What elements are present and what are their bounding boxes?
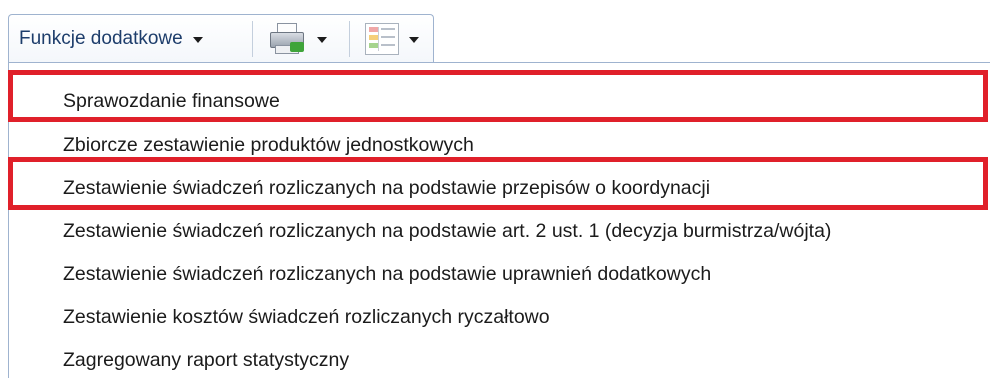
menu-item-zbiorcze-zestawienie[interactable]: Zbiorcze zestawienie produktów jednostko… [9,125,990,165]
functions-dropdown-button[interactable]: Funkcje dodatkowe [9,15,251,62]
menu-item-sprawozdanie-finansowe[interactable]: Sprawozdanie finansowe [9,81,990,121]
menu-item-zestawienie-art-2[interactable]: Zestawienie świadczeń rozliczanych na po… [9,211,990,251]
menu-item-label: Zagregowany raport statystyczny [63,348,350,371]
print-dropdown-button[interactable] [255,15,347,62]
toolbar-separator [349,21,350,57]
chevron-down-icon [317,36,327,43]
menu-item-label: Zbiorcze zestawienie produktów jednostko… [63,133,474,156]
menu-item-label: Zestawienie świadczeń rozliczanych na po… [63,176,711,199]
menu-item-label: Zestawienie kosztów świadczeń rozliczany… [63,305,550,328]
screen: Funkcje dodatkowe Sprawozdanie finansowe… [0,0,990,378]
printer-icon [267,22,307,56]
functions-dropdown-menu: Sprawozdanie finansowe Zbiorcze zestawie… [8,62,990,378]
layout-icon [365,22,399,55]
toolbar: Funkcje dodatkowe [8,14,434,62]
chevron-down-icon [192,36,203,43]
menu-item-zestawienie-ryczaltowo[interactable]: Zestawienie kosztów świadczeń rozliczany… [9,297,990,337]
menu-item-label: Zestawienie świadczeń rozliczanych na po… [63,219,832,242]
menu-item-zestawienie-koordynacji[interactable]: Zestawienie świadczeń rozliczanych na po… [9,168,990,208]
layout-dropdown-button[interactable] [355,15,435,62]
functions-label: Funkcje dodatkowe [19,27,183,49]
menu-item-raport-statystyczny[interactable]: Zagregowany raport statystyczny [9,340,990,378]
menu-item-label: Zestawienie świadczeń rozliczanych na po… [63,262,712,285]
menu-item-zestawienie-uprawnien[interactable]: Zestawienie świadczeń rozliczanych na po… [9,254,990,294]
chevron-down-icon [409,36,419,43]
menu-item-label: Sprawozdanie finansowe [63,89,280,112]
toolbar-separator [252,21,253,57]
